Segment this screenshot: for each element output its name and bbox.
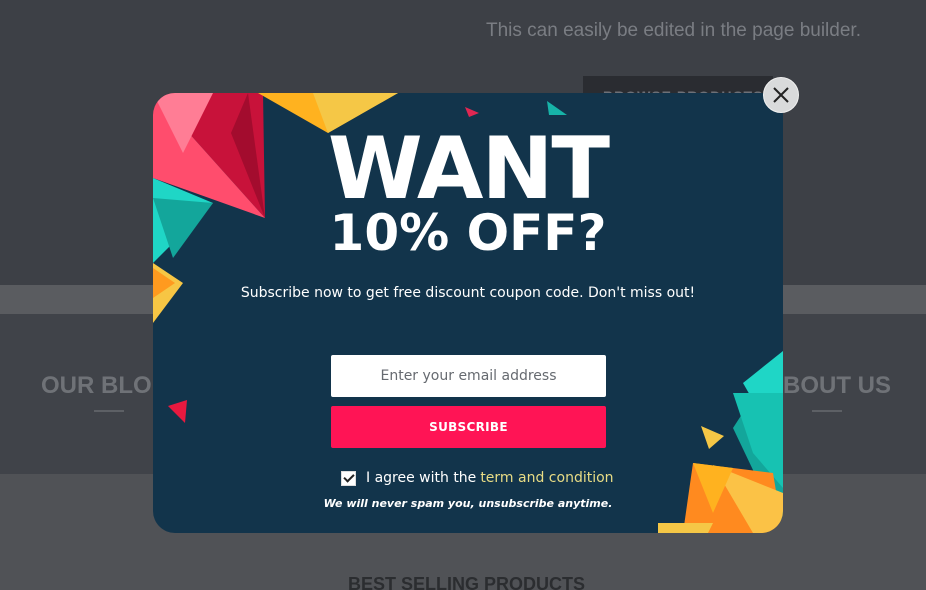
blog-section-title: OUR BLO — [41, 372, 152, 399]
agree-row: I agree with the term and condition — [341, 469, 614, 487]
no-spam-note: We will never spam you, unsubscribe anyt… — [323, 497, 613, 510]
subscribe-button[interactable]: SUBSCRIBE — [331, 406, 606, 448]
close-icon — [773, 87, 789, 103]
agree-checkbox[interactable] — [341, 470, 356, 486]
agree-label: I agree with the — [366, 470, 477, 486]
close-button[interactable] — [763, 77, 799, 113]
terms-link[interactable]: term and condition — [480, 470, 613, 486]
best-selling-title: BEST SELLING PRODUCTS — [348, 574, 586, 590]
email-input[interactable] — [331, 355, 606, 397]
about-section-title: BOUT US — [783, 372, 891, 399]
hero-text: This can easily be edited in the page bu… — [486, 20, 861, 41]
page: This can easily be edited in the page bu… — [0, 0, 926, 590]
offer-text: 10% OFF? — [329, 204, 607, 262]
about-title-underline — [812, 410, 842, 412]
discount-popup: WANT 10% OFF? Subscribe now to get free … — [153, 93, 783, 533]
popup-subtitle: Subscribe now to get free discount coupo… — [240, 285, 696, 301]
blog-title-underline — [94, 410, 124, 412]
